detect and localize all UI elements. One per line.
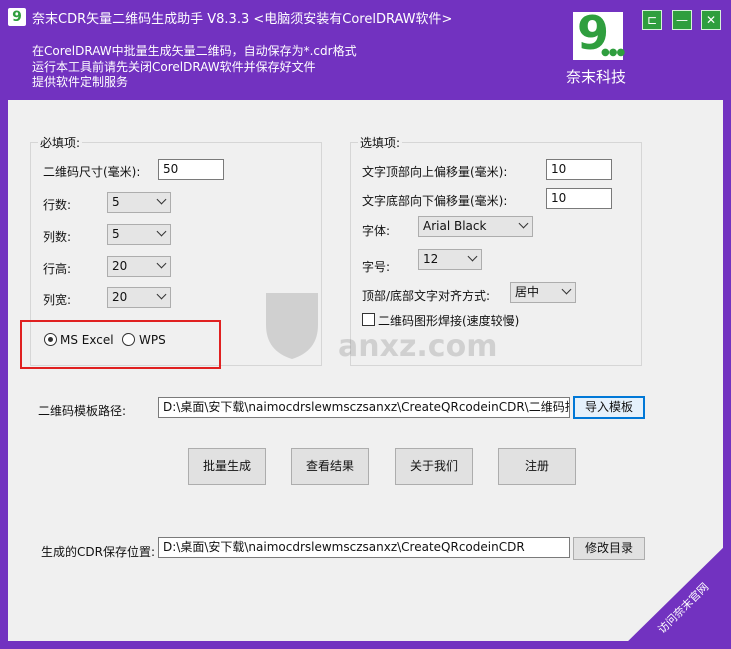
radio-wps[interactable]: [122, 333, 135, 346]
output-path-label: 生成的CDR保存位置:: [41, 545, 156, 559]
size-value: 12: [423, 252, 439, 266]
col-width-value: 20: [112, 290, 128, 304]
wps-label: WPS: [139, 333, 166, 347]
col-width-label: 列宽:: [43, 293, 72, 307]
chevron-down-icon: [156, 226, 167, 237]
radio-ms-excel[interactable]: [44, 333, 57, 346]
rows-label: 行数:: [43, 198, 72, 212]
chevron-down-icon: [156, 289, 167, 300]
optional-group-title: 选填项:: [358, 134, 403, 151]
brand-name: 奈末科技: [566, 68, 627, 86]
top-offset-input[interactable]: 10: [546, 159, 612, 180]
qr-size-label: 二维码尺寸(毫米):: [43, 165, 141, 179]
about-button[interactable]: 关于我们: [395, 448, 473, 485]
row-height-label: 行高:: [43, 262, 72, 276]
minimize-button[interactable]: —: [672, 10, 692, 30]
font-label: 字体:: [362, 224, 391, 238]
watermark: anxz.com: [258, 285, 497, 368]
visit-website-link[interactable]: 访问奈末官网: [620, 540, 731, 649]
batch-generate-button[interactable]: 批量生成: [188, 448, 266, 485]
watermark-text: anxz.com: [338, 329, 498, 364]
required-group-title: 必填项:: [38, 134, 83, 151]
template-path-label: 二维码模板路径:: [38, 404, 127, 418]
bottom-offset-input[interactable]: 10: [546, 188, 612, 209]
col-width-select[interactable]: 20: [107, 287, 171, 308]
cols-select[interactable]: 5: [107, 224, 171, 245]
app-icon: 9: [8, 8, 26, 26]
cols-label: 列数:: [43, 230, 72, 244]
register-button[interactable]: 注册: [498, 448, 576, 485]
ms-excel-label: MS Excel: [60, 333, 114, 347]
brand-logo: 9 ●●●: [573, 6, 625, 60]
chevron-down-icon: [561, 284, 572, 295]
font-value: Arial Black: [423, 219, 487, 233]
bottom-offset-label: 文字底部向下偏移量(毫米):: [362, 194, 508, 208]
rows-value: 5: [112, 195, 120, 209]
view-results-button[interactable]: 查看结果: [291, 448, 369, 485]
description-line-3: 提供软件定制服务: [32, 75, 129, 89]
output-path-input[interactable]: D:\桌面\安下载\naimocdrslewmsczsanxz\CreateQR…: [158, 537, 570, 558]
row-height-value: 20: [112, 259, 128, 273]
chevron-down-icon: [156, 258, 167, 269]
chevron-down-icon: [467, 251, 478, 262]
size-label: 字号:: [362, 260, 391, 274]
row-height-select[interactable]: 20: [107, 256, 171, 277]
chevron-down-icon: [156, 194, 167, 205]
qr-size-input[interactable]: 50: [158, 159, 224, 180]
rows-select[interactable]: 5: [107, 192, 171, 213]
corner-ribbon-shape: [620, 540, 731, 649]
template-path-input[interactable]: D:\桌面\安下载\naimocdrslewmsczsanxz\CreateQR…: [158, 397, 570, 418]
close-button[interactable]: ✕: [701, 10, 721, 30]
import-template-button[interactable]: 导入模板: [573, 396, 645, 419]
align-select[interactable]: 居中: [510, 282, 576, 303]
pin-button[interactable]: ⊏: [642, 10, 662, 30]
description-line-1: 在CorelDRAW中批量生成矢量二维码，自动保存为*.cdr格式: [32, 44, 357, 58]
top-offset-label: 文字顶部向上偏移量(毫米):: [362, 165, 508, 179]
cols-value: 5: [112, 227, 120, 241]
font-select[interactable]: Arial Black: [418, 216, 533, 237]
chevron-down-icon: [518, 218, 529, 229]
window-title: 奈末CDR矢量二维码生成助手 V8.3.3 <电脑须安装有CorelDRAW软件…: [32, 12, 453, 27]
align-value: 居中: [515, 285, 540, 299]
size-select[interactable]: 12: [418, 249, 482, 270]
